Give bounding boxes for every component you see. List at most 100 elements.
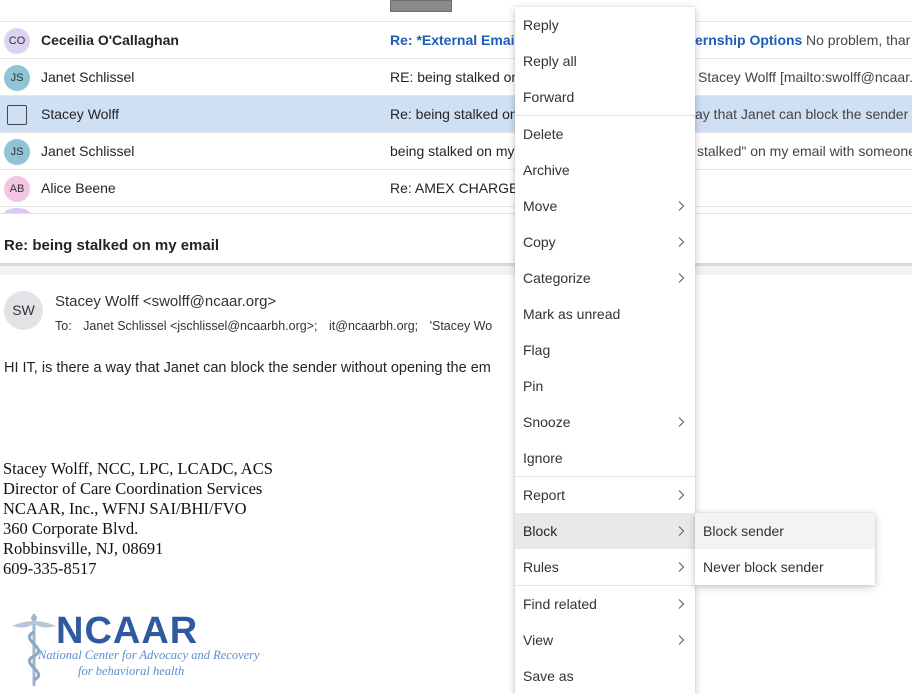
message-sender: Stacey Wolff: [41, 106, 120, 122]
chevron-right-icon: [678, 635, 685, 645]
recipients-line: To: Janet Schlissel <jschlissel@ncaarbh.…: [55, 319, 492, 333]
menu-item-label: Archive: [523, 162, 570, 178]
menu-item-label: Mark as unread: [523, 306, 621, 322]
menu-item-label: Reply: [523, 17, 559, 33]
message-row[interactable]: JS Janet Schlissel RE: being stalked on …: [0, 59, 912, 96]
conversation-title: Re: being stalked on my email: [4, 237, 220, 254]
message-sender: Janet Schlissel: [41, 143, 135, 159]
message-preview: Stacey Wolff [mailto:swolff@ncaar.: [698, 69, 912, 85]
message-preview: stalked" on my email with someone: [697, 143, 912, 159]
message-row[interactable]: CO Ceceilia O'Callaghan Re: *External Em…: [0, 22, 912, 59]
menu-item-label: Flag: [523, 342, 551, 358]
message-body: HI IT, is there a way that Janet can blo…: [4, 360, 491, 376]
sender-avatar[interactable]: SW: [4, 291, 43, 330]
signature-line: Director of Care Coordination Services: [3, 479, 263, 498]
menu-item-label: Ignore: [523, 450, 563, 466]
menu-item-reply-all[interactable]: Reply all: [515, 43, 695, 79]
menu-item-label: Report: [523, 487, 566, 503]
menu-item-flag[interactable]: Flag: [515, 332, 695, 368]
signature-line: Robbinsville, NJ, 08691: [3, 539, 164, 558]
reading-pane-header: Re: being stalked on my email: [0, 222, 912, 266]
recipient[interactable]: Janet Schlissel <jschlissel@ncaarbh.org>…: [83, 319, 317, 333]
logo-tagline: for behavioral health: [78, 664, 185, 678]
menu-item-reply[interactable]: Reply: [515, 7, 695, 43]
signature-line: 360 Corporate Blvd.: [3, 519, 139, 538]
menu-item-label: Delete: [523, 126, 564, 142]
pane-divider: [0, 266, 912, 275]
chevron-right-icon: [678, 490, 685, 500]
to-label: To:: [55, 319, 72, 333]
select-checkbox[interactable]: [7, 105, 27, 125]
menu-item-label: Block: [523, 523, 558, 539]
chevron-right-icon: [678, 273, 685, 283]
message-row[interactable]: JS Janet Schlissel being stalked on my s…: [0, 133, 912, 170]
menu-item-delete[interactable]: Delete: [515, 116, 695, 152]
avatar: JS: [4, 139, 30, 165]
avatar: [4, 208, 30, 213]
submenu-item-label: Never block sender: [703, 559, 824, 575]
message-preview: No problem, thar: [806, 32, 911, 48]
menu-item-rules[interactable]: Rules: [515, 549, 695, 585]
menu-item-label: Categorize: [523, 270, 591, 286]
menu-item-label: Rules: [523, 559, 559, 575]
menu-item-save-as[interactable]: Save as: [515, 658, 695, 694]
menu-item-move[interactable]: Move: [515, 188, 695, 224]
recipient[interactable]: it@ncaarbh.org;: [329, 319, 418, 333]
menu-item-label: Reply all: [523, 53, 577, 69]
menu-item-label: Snooze: [523, 414, 571, 430]
menu-item-label: Pin: [523, 378, 544, 394]
message-list: CO Ceceilia O'Callaghan Re: *External Em…: [0, 0, 912, 214]
menu-item-label: View: [523, 632, 554, 648]
submenu-item-never-block-sender[interactable]: Never block sender: [695, 549, 875, 585]
menu-item-label: Find related: [523, 596, 597, 612]
chevron-right-icon: [678, 562, 685, 572]
submenu-item-label: Block sender: [703, 523, 784, 539]
message-sender: Alice Beene: [41, 180, 116, 196]
menu-item-mark-as-unread[interactable]: Mark as unread: [515, 296, 695, 332]
menu-item-copy[interactable]: Copy: [515, 224, 695, 260]
menu-item-block[interactable]: Block: [515, 513, 695, 549]
signature-line: 609-335-8517: [3, 559, 97, 578]
chevron-right-icon: [678, 526, 685, 536]
avatar: CO: [4, 28, 30, 54]
chevron-right-icon: [678, 599, 685, 609]
chevron-right-icon: [678, 237, 685, 247]
menu-item-forward[interactable]: Forward: [515, 79, 695, 115]
message-subject: being stalked on my: [390, 143, 515, 159]
message-subject: Re: *External Email*...: [390, 32, 536, 48]
menu-item-pin[interactable]: Pin: [515, 368, 695, 404]
menu-item-label: Copy: [523, 234, 556, 250]
chevron-right-icon: [678, 201, 685, 211]
context-menu: Reply Reply all Forward Delete Archive M…: [515, 7, 695, 694]
menu-item-report[interactable]: Report: [515, 477, 695, 513]
message-subject: Re: AMEX CHARGE: [390, 180, 519, 196]
ncaar-logo: NCAAR National Center for Advocacy and R…: [4, 610, 260, 690]
menu-item-categorize[interactable]: Categorize: [515, 260, 695, 296]
sender-name[interactable]: Stacey Wolff <swolff@ncaar.org>: [55, 293, 276, 310]
recipient[interactable]: 'Stacey Wo: [430, 319, 493, 333]
avatar: AB: [4, 176, 30, 202]
message-subject: Re: being stalked on: [390, 106, 518, 122]
attachment-thumbnail[interactable]: [390, 0, 452, 12]
message-subject: RE: being stalked on: [390, 69, 520, 85]
message-preview: ay that Janet can block the sender w: [695, 106, 912, 122]
message-preview-highlight: ernship Options: [695, 32, 803, 48]
menu-item-archive[interactable]: Archive: [515, 152, 695, 188]
logo-wordmark: NCAAR: [56, 610, 199, 652]
menu-item-label: Save as: [523, 668, 574, 684]
logo-tagline: National Center for Advocacy and Recover…: [38, 648, 260, 662]
submenu-item-block-sender[interactable]: Block sender: [695, 513, 875, 549]
menu-item-ignore[interactable]: Ignore: [515, 440, 695, 476]
menu-item-label: Forward: [523, 89, 575, 105]
menu-item-find-related[interactable]: Find related: [515, 586, 695, 622]
menu-item-snooze[interactable]: Snooze: [515, 404, 695, 440]
menu-item-label: Move: [523, 198, 558, 214]
signature-line: NCAAR, Inc., WFNJ SAI/BHI/FVO: [3, 499, 247, 518]
message-row[interactable]: AB Alice Beene Re: AMEX CHARGE: [0, 170, 912, 207]
block-submenu: Block sender Never block sender: [695, 513, 875, 585]
chevron-right-icon: [678, 417, 685, 427]
email-signature: Stacey Wolff, NCC, LPC, LCADC, ACS Direc…: [3, 459, 273, 579]
message-row-selected[interactable]: Stacey Wolff Re: being stalked on ay tha…: [0, 96, 912, 133]
menu-item-view[interactable]: View: [515, 622, 695, 658]
avatar: JS: [4, 65, 30, 91]
